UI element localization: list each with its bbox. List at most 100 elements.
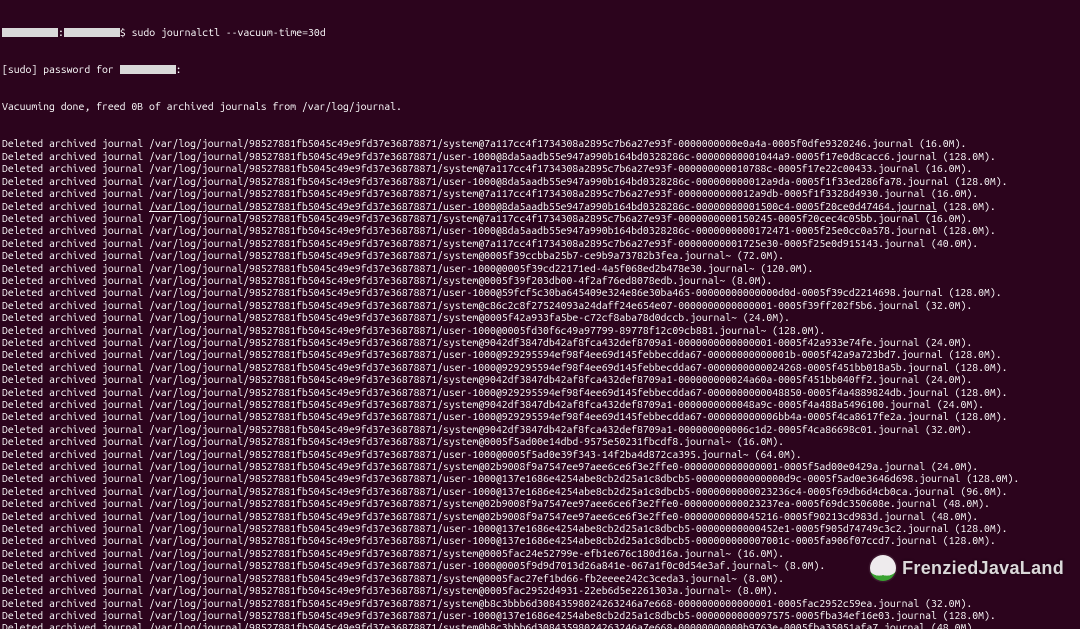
- deleted-prefix: Deleted archived journal: [2, 584, 149, 596]
- journal-size: (48.0M).: [925, 621, 978, 629]
- deleted-prefix: Deleted archived journal: [2, 348, 149, 360]
- deleted-prefix: Deleted archived journal: [2, 237, 149, 249]
- journal-path: /var/log/journal/98527881fb5045c49e9fd37…: [149, 324, 766, 336]
- deleted-entries-block: Deleted archived journal /var/log/journa…: [2, 137, 1078, 629]
- journal-size: (24.0M).: [919, 336, 972, 348]
- journal-path: /var/log/journal/98527881fb5045c49e9fd37…: [149, 609, 937, 621]
- journal-path: /var/log/journal/98527881fb5045c49e9fd37…: [149, 559, 778, 571]
- journal-size: (128.0M).: [949, 175, 1008, 187]
- journal-size: (128.0M).: [937, 200, 996, 212]
- journal-path: /var/log/journal/98527881fb5045c49e9fd37…: [149, 175, 949, 187]
- journal-path: /var/log/journal/98527881fb5045c49e9fd37…: [149, 460, 925, 472]
- deleted-entry-line: Deleted archived journal /var/log/journa…: [2, 324, 1078, 336]
- sudo-suffix: :: [176, 63, 182, 75]
- deleted-prefix: Deleted archived journal: [2, 150, 149, 162]
- journal-size: (16.0M).: [731, 547, 784, 559]
- deleted-prefix: Deleted archived journal: [2, 410, 149, 422]
- deleted-entry-line: Deleted archived journal /var/log/journa…: [2, 200, 1078, 212]
- journal-path: /var/log/journal/98527881fb5045c49e9fd37…: [149, 162, 919, 174]
- prompt-line: :$ sudo journalctl --vacuum-time=30d: [2, 26, 1078, 38]
- deleted-entry-line: Deleted archived journal /var/log/journa…: [2, 423, 1078, 435]
- deleted-prefix: Deleted archived journal: [2, 162, 149, 174]
- journal-path: /var/log/journal/98527881fb5045c49e9fd37…: [149, 150, 937, 162]
- deleted-entry-line: Deleted archived journal /var/log/journa…: [2, 584, 1078, 596]
- deleted-entry-line: Deleted archived journal /var/log/journa…: [2, 162, 1078, 174]
- deleted-entry-line: Deleted archived journal /var/log/journa…: [2, 175, 1078, 187]
- journal-path: /var/log/journal/98527881fb5045c49e9fd37…: [149, 286, 943, 298]
- deleted-entry-line: Deleted archived journal /var/log/journa…: [2, 485, 1078, 497]
- journal-size: (120.0M).: [755, 262, 814, 274]
- sudo-prefix: [sudo] password for: [2, 63, 120, 75]
- deleted-prefix: Deleted archived journal: [2, 262, 149, 274]
- journal-path: /var/log/journal/98527881fb5045c49e9fd37…: [149, 274, 725, 286]
- deleted-prefix: Deleted archived journal: [2, 187, 149, 199]
- deleted-prefix: Deleted archived journal: [2, 212, 149, 224]
- deleted-entry-line: Deleted archived journal /var/log/journa…: [2, 212, 1078, 224]
- journal-path: /var/log/journal/98527881fb5045c49e9fd37…: [149, 299, 919, 311]
- deleted-prefix: Deleted archived journal: [2, 485, 149, 497]
- deleted-entry-line: Deleted archived journal /var/log/journa…: [2, 187, 1078, 199]
- journal-path: /var/log/journal/98527881fb5045c49e9fd37…: [149, 224, 937, 236]
- journal-size: (128.0M).: [937, 534, 996, 546]
- journal-path: /var/log/journal/98527881fb5045c49e9fd37…: [149, 534, 937, 546]
- deleted-entry-line: Deleted archived journal /var/log/journa…: [2, 460, 1078, 472]
- deleted-entry-line: Deleted archived journal /var/log/journa…: [2, 386, 1078, 398]
- journal-size: (8.0M).: [778, 559, 825, 571]
- deleted-prefix: Deleted archived journal: [2, 361, 149, 373]
- deleted-prefix: Deleted archived journal: [2, 435, 149, 447]
- deleted-entry-line: Deleted archived journal /var/log/journa…: [2, 597, 1078, 609]
- deleted-prefix: Deleted archived journal: [2, 621, 149, 629]
- deleted-entry-line: Deleted archived journal /var/log/journa…: [2, 448, 1078, 460]
- journal-path: /var/log/journal/98527881fb5045c49e9fd37…: [149, 472, 960, 484]
- deleted-prefix: Deleted archived journal: [2, 398, 149, 410]
- journal-size: (72.0M).: [731, 249, 784, 261]
- journal-path: /var/log/journal/98527881fb5045c49e9fd37…: [149, 249, 731, 261]
- deleted-prefix: Deleted archived journal: [2, 311, 149, 323]
- journal-path: /var/log/journal/98527881fb5045c49e9fd37…: [149, 373, 919, 385]
- deleted-prefix: Deleted archived journal: [2, 597, 149, 609]
- journal-path: /var/log/journal/98527881fb5045c49e9fd37…: [149, 497, 937, 509]
- deleted-entry-line: Deleted archived journal /var/log/journa…: [2, 497, 1078, 509]
- deleted-prefix: Deleted archived journal: [2, 497, 149, 509]
- deleted-entry-line: Deleted archived journal /var/log/journa…: [2, 299, 1078, 311]
- journal-path: /var/log/journal/98527881fb5045c49e9fd37…: [149, 410, 949, 422]
- journal-size: (128.0M).: [937, 150, 996, 162]
- deleted-entry-line: Deleted archived journal /var/log/journa…: [2, 410, 1078, 422]
- journal-size: (24.0M).: [925, 460, 978, 472]
- deleted-entry-line: Deleted archived journal /var/log/journa…: [2, 621, 1078, 629]
- journal-path: /var/log/journal/98527881fb5045c49e9fd37…: [149, 187, 925, 199]
- terminal-output[interactable]: :$ sudo journalctl --vacuum-time=30d [su…: [2, 1, 1078, 629]
- journal-size: (128.0M).: [766, 324, 825, 336]
- journal-size: (32.0M).: [919, 597, 972, 609]
- journal-size: (8.0M).: [731, 584, 778, 596]
- deleted-prefix: Deleted archived journal: [2, 522, 149, 534]
- deleted-entry-line: Deleted archived journal /var/log/journa…: [2, 361, 1078, 373]
- deleted-entry-line: Deleted archived journal /var/log/journa…: [2, 398, 1078, 410]
- journal-path: /var/log/journal/98527881fb5045c49e9fd37…: [149, 336, 919, 348]
- journal-size: (32.0M).: [919, 423, 972, 435]
- journal-size: (40.0M).: [925, 237, 978, 249]
- journal-size: (128.0M).: [949, 522, 1008, 534]
- deleted-prefix: Deleted archived journal: [2, 274, 149, 286]
- journal-path: /var/log/journal/98527881fb5045c49e9fd37…: [149, 572, 737, 584]
- deleted-entry-line: Deleted archived journal /var/log/journa…: [2, 572, 1078, 584]
- deleted-prefix: Deleted archived journal: [2, 559, 149, 571]
- journal-size: (128.0M).: [943, 348, 1002, 360]
- journal-size: (16.0M).: [731, 435, 784, 447]
- sudo-password-line: [sudo] password for :: [2, 63, 1078, 75]
- deleted-prefix: Deleted archived journal: [2, 286, 149, 298]
- journal-size: (16.0M).: [919, 212, 972, 224]
- journal-path: /var/log/journal/98527881fb5045c49e9fd37…: [149, 485, 955, 497]
- journal-size: (96.0M).: [955, 485, 1008, 497]
- journal-size: (8.0M).: [725, 274, 772, 286]
- deleted-prefix: Deleted archived journal: [2, 460, 149, 472]
- journal-size: (128.0M).: [960, 472, 1019, 484]
- journal-size: (48.0M).: [925, 510, 978, 522]
- journal-path: /var/log/journal/98527881fb5045c49e9fd37…: [149, 435, 731, 447]
- journal-size: (24.0M).: [737, 311, 790, 323]
- deleted-entry-line: Deleted archived journal /var/log/journa…: [2, 472, 1078, 484]
- deleted-prefix: Deleted archived journal: [2, 472, 149, 484]
- journal-path: /var/log/journal/98527881fb5045c49e9fd37…: [149, 448, 749, 460]
- deleted-entry-line: Deleted archived journal /var/log/journa…: [2, 274, 1078, 286]
- journal-size: (64.0M).: [749, 448, 802, 460]
